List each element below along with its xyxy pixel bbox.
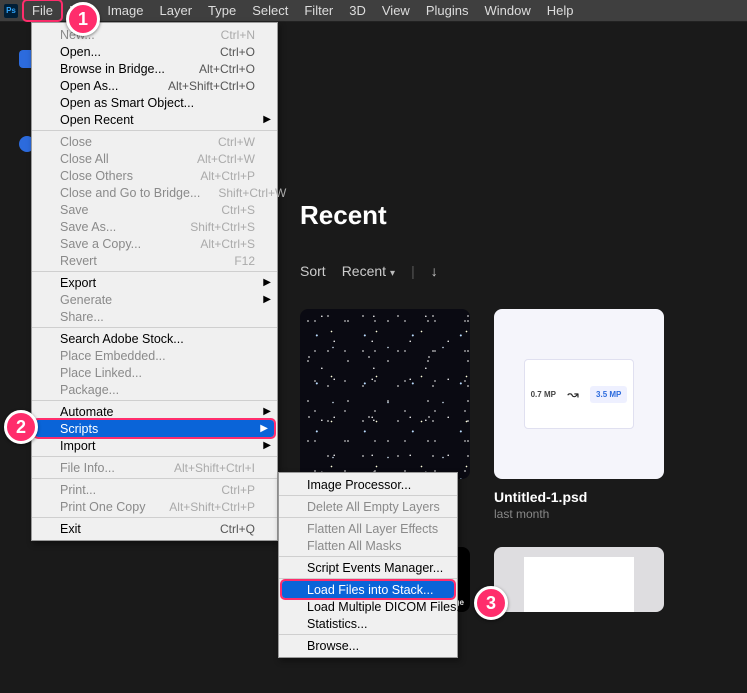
thumbnail-space (300, 309, 470, 479)
file-menu-item-import[interactable]: Import▶ (32, 437, 277, 454)
recent-card[interactable]: 0.7 MP ↝ 3.5 MP Untitled-1.psd last mont… (494, 309, 664, 521)
file-menu-item-save-a-copy: Save a Copy...Alt+Ctrl+S (32, 235, 277, 252)
menu-view[interactable]: View (374, 1, 418, 20)
file-menu-item-open-recent[interactable]: Open Recent▶ (32, 111, 277, 128)
file-menu-item-file-info: File Info...Alt+Shift+Ctrl+I (32, 459, 277, 476)
file-menu-item-revert: RevertF12 (32, 252, 277, 269)
menu-file[interactable]: File (24, 1, 61, 20)
ps-logo: Ps (4, 4, 18, 18)
scripts-menu-item-load-files-into-stack[interactable]: Load Files into Stack... (282, 581, 454, 598)
submenu-arrow-icon: ▶ (263, 114, 271, 125)
file-menu-item-open-as-smart-object[interactable]: Open as Smart Object... (32, 94, 277, 111)
file-menu-item-close: CloseCtrl+W (32, 133, 277, 150)
scripts-menu-item-load-multiple-dicom-files[interactable]: Load Multiple DICOM Files... (279, 598, 457, 615)
scripts-menu-item-flatten-all-layer-effects: Flatten All Layer Effects (279, 520, 457, 537)
submenu-arrow-icon: ▶ (263, 406, 271, 417)
file-menu: New...Ctrl+NOpen...Ctrl+OBrowse in Bridg… (31, 22, 278, 541)
sort-dropdown[interactable]: Recent (342, 263, 395, 279)
file-menu-item-print: Print...Ctrl+P (32, 481, 277, 498)
file-menu-item-close-and-go-to-bridge: Close and Go to Bridge...Shift+Ctrl+W (32, 184, 277, 201)
menu-window[interactable]: Window (476, 1, 538, 20)
file-menu-item-close-all: Close AllAlt+Ctrl+W (32, 150, 277, 167)
menu-layer[interactable]: Layer (152, 1, 201, 20)
file-menu-item-search-adobe-stock[interactable]: Search Adobe Stock... (32, 330, 277, 347)
menu-help[interactable]: Help (539, 1, 582, 20)
file-menu-item-generate: Generate▶ (32, 291, 277, 308)
file-menu-item-place-linked: Place Linked... (32, 364, 277, 381)
file-menu-item-place-embedded: Place Embedded... (32, 347, 277, 364)
menu-filter[interactable]: Filter (296, 1, 341, 20)
file-menu-item-open[interactable]: Open...Ctrl+O (32, 43, 277, 60)
callout-badge-3: 3 (474, 586, 508, 620)
sort-direction-icon[interactable]: ↓ (431, 263, 438, 279)
file-menu-item-save: SaveCtrl+S (32, 201, 277, 218)
scripts-menu-item-statistics[interactable]: Statistics... (279, 615, 457, 632)
file-menu-item-export[interactable]: Export▶ (32, 274, 277, 291)
scripts-menu-item-delete-all-empty-layers: Delete All Empty Layers (279, 498, 457, 515)
callout-badge-2: 2 (4, 410, 38, 444)
menu-select[interactable]: Select (244, 1, 296, 20)
scripts-menu-item-script-events-manager[interactable]: Script Events Manager... (279, 559, 457, 576)
file-menu-item-exit[interactable]: ExitCtrl+Q (32, 520, 277, 537)
doc-mp-before: 0.7 MP (531, 390, 556, 399)
menu-type[interactable]: Type (200, 1, 244, 20)
thumbnail-doc: 0.7 MP ↝ 3.5 MP (494, 309, 664, 479)
file-menu-item-share: Share... (32, 308, 277, 325)
file-menu-item-print-one-copy: Print One CopyAlt+Shift+Ctrl+P (32, 498, 277, 515)
submenu-arrow-icon: ▶ (263, 294, 271, 305)
sort-label: Sort (300, 263, 326, 279)
submenu-arrow-icon: ▶ (263, 440, 271, 451)
submenu-arrow-icon: ▶ (263, 277, 271, 288)
file-menu-item-scripts[interactable]: Scripts▶ (35, 420, 274, 437)
file-menu-item-open-as[interactable]: Open As...Alt+Shift+Ctrl+O (32, 77, 277, 94)
submenu-arrow-icon: ▶ (260, 423, 268, 434)
file-menu-item-package: Package... (32, 381, 277, 398)
menu-image[interactable]: Image (99, 1, 151, 20)
scripts-menu-item-flatten-all-masks: Flatten All Masks (279, 537, 457, 554)
file-menu-item-save-as: Save As...Shift+Ctrl+S (32, 218, 277, 235)
scripts-submenu: Image Processor... Delete All Empty Layer… (278, 472, 458, 658)
callout-badge-1: 1 (66, 2, 100, 36)
doc-mp-after: 3.5 MP (590, 386, 627, 403)
card-title: Untitled-1.psd (494, 489, 664, 505)
menubar: Ps FileEditImageLayerTypeSelectFilter3DV… (0, 0, 747, 22)
page-title: Recent (300, 200, 737, 231)
file-menu-item-automate[interactable]: Automate▶ (32, 403, 277, 420)
card-subtitle: last month (494, 507, 664, 521)
scripts-menu-item-image-processor[interactable]: Image Processor... (279, 476, 457, 493)
file-menu-item-browse-in-bridge[interactable]: Browse in Bridge...Alt+Ctrl+O (32, 60, 277, 77)
file-menu-item-close-others: Close OthersAlt+Ctrl+P (32, 167, 277, 184)
scripts-menu-item-browse[interactable]: Browse... (279, 637, 457, 654)
menu-plugins[interactable]: Plugins (418, 1, 477, 20)
arrow-icon: ↝ (567, 386, 579, 403)
recent-card[interactable] (494, 547, 664, 612)
menu-3d[interactable]: 3D (341, 1, 374, 20)
